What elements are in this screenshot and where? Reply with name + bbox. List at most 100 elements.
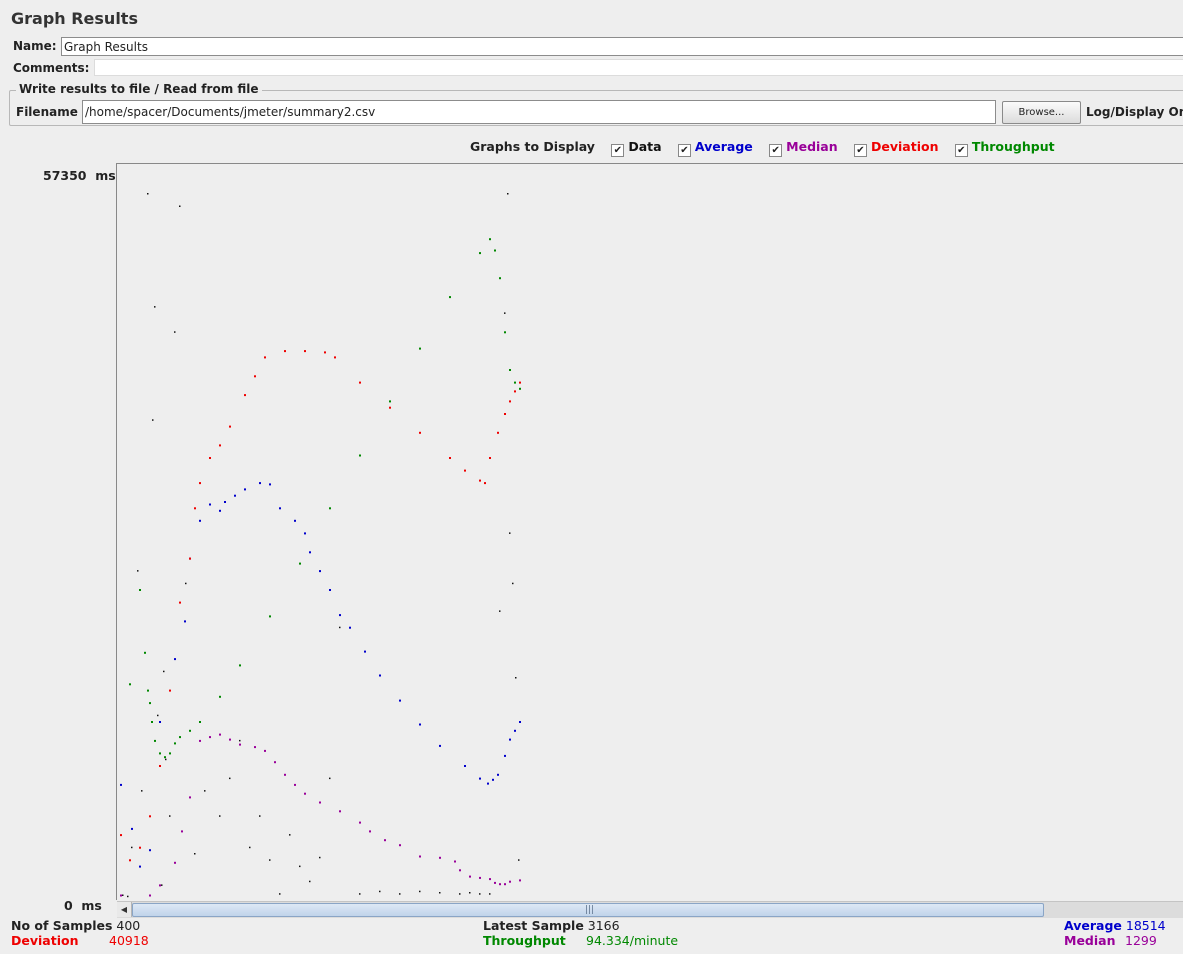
average-point xyxy=(497,773,499,776)
data-point xyxy=(329,777,331,780)
deviation-point xyxy=(129,859,131,862)
checkbox-average[interactable]: ✔ xyxy=(677,144,691,157)
data-point xyxy=(122,894,124,896)
comments-input[interactable] xyxy=(94,59,1183,76)
checkbox-deviation[interactable]: ✔ xyxy=(854,144,867,157)
deviation-point xyxy=(334,356,336,359)
deviation-point xyxy=(139,846,141,849)
average-point xyxy=(174,658,176,661)
deviation-point xyxy=(304,350,306,353)
deviation-point xyxy=(504,413,506,415)
data-point xyxy=(504,312,506,314)
data-point xyxy=(147,193,149,195)
median-point xyxy=(120,894,122,897)
deviation-point xyxy=(514,390,516,393)
throughput-point xyxy=(359,454,361,457)
average-point xyxy=(492,778,494,781)
deviation-point xyxy=(244,394,246,397)
average-point xyxy=(224,501,226,503)
throughput-point xyxy=(499,277,501,280)
data-point xyxy=(289,834,291,836)
deviation-point xyxy=(479,479,481,482)
browse-button[interactable]: Browse... xyxy=(1002,101,1081,124)
deviation-value: 40918 xyxy=(109,933,149,948)
data-point xyxy=(131,846,133,849)
deviation-point xyxy=(519,381,521,384)
median-point xyxy=(274,761,276,764)
checkbox-throughput[interactable]: ✔ xyxy=(954,144,968,157)
checkbox-median[interactable]: ✔ xyxy=(769,144,783,157)
throughput-point xyxy=(479,252,481,255)
data-point xyxy=(479,893,481,895)
throughput-point xyxy=(239,664,241,667)
median-point xyxy=(264,749,266,752)
series-data xyxy=(122,193,520,898)
series-average xyxy=(120,482,521,868)
data-point xyxy=(179,205,181,207)
average-label: Average xyxy=(1064,918,1122,933)
throughput-point xyxy=(329,507,331,510)
graph-scrollbar[interactable]: ◀ ||| xyxy=(117,901,1183,918)
deviation-point xyxy=(199,482,201,485)
data-point xyxy=(157,714,159,717)
filename-input[interactable] xyxy=(82,100,996,124)
median-point xyxy=(304,792,306,795)
name-input[interactable] xyxy=(61,37,1183,56)
deviation-point xyxy=(219,444,221,447)
throughput-point xyxy=(449,296,451,299)
data-point xyxy=(499,610,501,612)
scroll-thumb[interactable]: ||| xyxy=(132,903,1044,917)
deviation-point xyxy=(149,815,151,818)
median-point xyxy=(499,883,501,886)
median-point xyxy=(189,796,191,799)
average-point xyxy=(339,614,341,617)
average-point xyxy=(304,532,306,535)
median-point xyxy=(294,783,296,786)
data-point xyxy=(299,865,301,868)
data-point xyxy=(249,846,251,849)
no-of-samples-label: No of Samples xyxy=(11,918,113,933)
throughput-point xyxy=(159,752,161,755)
toggle-throughput[interactable]: ✔ Throughput xyxy=(954,139,1055,157)
average-point xyxy=(139,865,141,868)
throughput-point xyxy=(419,347,421,350)
median-point xyxy=(384,839,386,842)
throughput-point xyxy=(219,695,221,698)
average-point xyxy=(199,519,201,522)
toggle-average[interactable]: ✔ Average xyxy=(677,139,753,157)
median-point xyxy=(239,743,241,746)
throughput-point xyxy=(174,742,176,745)
average-point xyxy=(234,494,236,497)
throughput-point xyxy=(169,752,171,755)
scroll-left-arrow-icon[interactable]: ◀ xyxy=(117,902,132,917)
data-point xyxy=(154,306,156,308)
stat-average: Average 18514 xyxy=(1064,918,1166,933)
data-point xyxy=(161,884,163,886)
deviation-point xyxy=(229,425,231,428)
throughput-point xyxy=(389,400,391,403)
checkbox-data[interactable]: ✔ xyxy=(611,144,625,157)
toggle-data[interactable]: ✔ Data xyxy=(611,139,662,157)
toggle-median[interactable]: ✔ Median xyxy=(769,139,838,157)
average-point xyxy=(487,782,489,785)
throughput-point xyxy=(299,562,301,565)
deviation-point xyxy=(254,375,256,378)
average-point xyxy=(120,783,122,786)
median-point xyxy=(229,738,231,741)
data-point xyxy=(169,815,171,817)
deviation-point xyxy=(179,601,181,604)
toggle-deviation[interactable]: ✔ Deviation xyxy=(854,139,938,157)
scroll-grip-icon: ||| xyxy=(585,905,595,915)
deviation-point xyxy=(120,834,122,837)
data-point xyxy=(489,893,491,895)
throughput-point xyxy=(164,756,166,759)
throughput-point xyxy=(269,615,271,618)
median-point xyxy=(219,733,221,736)
throughput-point xyxy=(504,331,506,334)
median-point xyxy=(181,830,183,833)
data-point xyxy=(239,739,241,742)
throughput-point xyxy=(509,369,511,371)
throughput-point xyxy=(519,387,521,390)
log-display-label: Log/Display Only: xyxy=(1086,105,1183,119)
data-point xyxy=(309,880,311,883)
